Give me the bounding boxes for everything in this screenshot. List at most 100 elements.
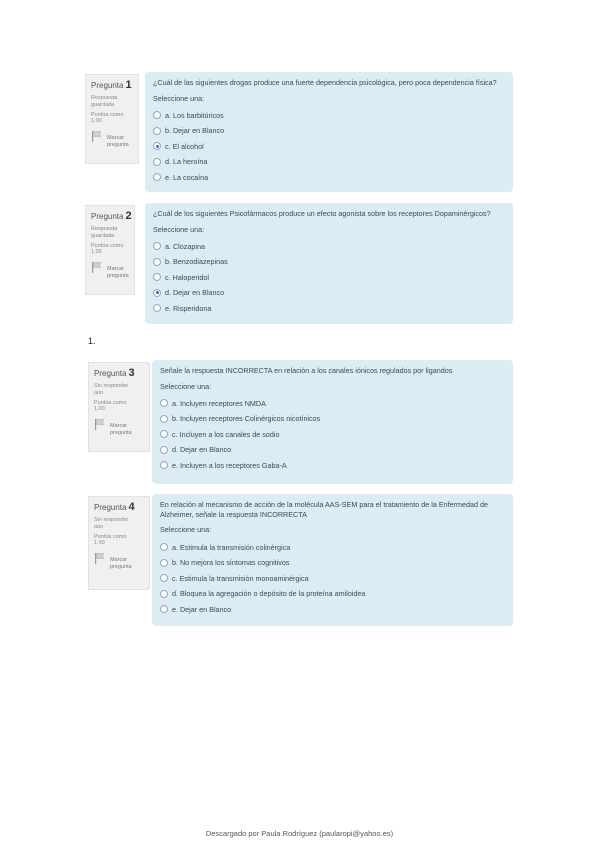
radio-button[interactable] [153, 288, 161, 297]
answer-option-label: e. La cocaína [165, 172, 209, 182]
answer-option[interactable]: a. Estimula la transmisión colinérgica [160, 539, 505, 555]
question-number: 4 [128, 501, 135, 513]
radio-button[interactable] [160, 589, 168, 598]
answer-option-label: a. Los barbitúricos [165, 110, 224, 120]
flag-question-button[interactable]: Marcar pregunta [94, 418, 144, 437]
score-label: Puntúa como [94, 533, 127, 540]
status-line-1: Sin responder [94, 382, 129, 389]
answer-option[interactable]: c. El alcohol [153, 139, 505, 155]
question-text: En relación al mecanismo de acción de la… [160, 500, 489, 519]
answer-option[interactable]: b. Dejar en Blanco [153, 123, 505, 139]
answer-option[interactable]: e. Risperidona [153, 301, 505, 317]
question-text: Señale la respuesta INCORRECTA en relaci… [160, 366, 453, 375]
flag-label-1: Marcar [110, 557, 128, 564]
answer-option[interactable]: a. Los barbitúricos [153, 108, 505, 124]
question-number: 1 [125, 79, 132, 91]
answer-option-label: a. Incluyen receptores NMDA [172, 398, 266, 408]
radio-button[interactable] [160, 430, 168, 439]
answer-option[interactable]: d. Dejar en Blanco [160, 442, 505, 458]
flag-icon [91, 130, 107, 145]
question-info-3: Pregunta 3 Sin responder aún Puntúa como 1,00… [88, 362, 150, 452]
flag-question-button[interactable]: Marcar pregunta [94, 552, 144, 571]
radio-button[interactable] [153, 157, 161, 166]
answer-option[interactable]: e. Dejar en Blanco [160, 601, 505, 617]
status-line-2: guardada [91, 232, 115, 239]
answer-option-label: b. No mejora los síntomas cognitivos [172, 558, 290, 568]
radio-button[interactable] [160, 574, 168, 583]
select-prompt: Seleccione una: [160, 381, 212, 391]
question-content-2: ¿Cuál de los siguientes Psicofármacos pr… [145, 203, 513, 324]
answer-option-label: d. Dejar en Blanco [165, 288, 225, 298]
status-line-2: aún [94, 523, 104, 530]
answer-option-label: d. Dejar en Blanco [172, 445, 232, 455]
answer-option-label: b. Incluyen receptores Colinérgicos nico… [172, 414, 321, 424]
answer-option-label: c. Incluyen a los canales de sodio [172, 429, 280, 439]
answer-option[interactable]: b. No mejora los síntomas cognitivos [160, 555, 505, 571]
radio-button[interactable] [160, 414, 168, 423]
answer-option[interactable]: c. Haloperidol [153, 270, 505, 286]
answer-option-label: c. Estimula la transmisión monoaminérgic… [172, 573, 309, 583]
flag-label-1: Marcar [107, 266, 125, 273]
answer-option-label: e. Risperidona [165, 303, 212, 313]
radio-button[interactable] [160, 543, 168, 552]
radio-button[interactable] [153, 273, 161, 282]
radio-button[interactable] [160, 605, 168, 614]
answer-option[interactable]: d. Bloquea la agregación o depósito de l… [160, 586, 505, 602]
radio-button[interactable] [160, 461, 168, 470]
answer-option[interactable]: a. Clozapina [153, 239, 505, 255]
question-content-1: ¿Cuál de las siguientes drogas produce u… [145, 72, 513, 192]
radio-button[interactable] [153, 257, 161, 266]
answer-option-label: a. Clozapina [165, 241, 205, 251]
answer-option[interactable]: c. Estimula la transmisión monoaminérgic… [160, 570, 505, 586]
radio-button[interactable] [153, 142, 161, 151]
answer-option-label: d. Bloquea la agregación o depósito de l… [172, 589, 366, 599]
answer-option[interactable]: d. Dejar en Blanco [153, 285, 505, 301]
radio-button[interactable] [160, 399, 168, 408]
select-prompt: Seleccione una: [160, 525, 212, 535]
radio-button[interactable] [153, 304, 161, 313]
score-value: 1,00 [94, 540, 105, 547]
flag-icon [91, 261, 107, 276]
status-line-1: Respuesta [91, 94, 118, 101]
question-label: Pregunta [94, 503, 127, 512]
flag-label-2: pregunta [107, 142, 129, 149]
answer-option[interactable]: d. La heroína [153, 154, 505, 170]
answer-option-label: c. Haloperidol [165, 272, 209, 282]
question-number-label: Pregunta 3 [94, 367, 144, 381]
answer-option[interactable]: b. Incluyen receptores Colinérgicos nico… [160, 411, 505, 427]
flag-label-2: pregunta [110, 564, 132, 571]
answer-option-label: e. Dejar en Blanco [172, 604, 232, 614]
question-text: ¿Cuál de las siguientes drogas produce u… [153, 78, 497, 87]
status-line-1: Sin responder [94, 516, 129, 523]
radio-button[interactable] [153, 242, 161, 251]
question-number: 3 [128, 367, 135, 379]
answer-option-label: a. Estimula la transmisión colinérgica [172, 542, 291, 552]
answer-option-label: b. Dejar en Blanco [165, 126, 225, 136]
answer-option[interactable]: e. Incluyen a los receptores Gaba-A [160, 458, 505, 474]
answer-option-label: b. Benzodiazepinas [165, 257, 228, 267]
flag-label-1: Marcar [110, 423, 128, 430]
question-info-2: Pregunta 2 Respuesta guardada Puntúa como 1,0… [85, 205, 135, 295]
status-line-1: Respuesta [91, 225, 118, 232]
question-info-1: Pregunta 1 Respuesta guardada Puntúa como 1,0… [85, 74, 139, 164]
answer-option-label: e. Incluyen a los receptores Gaba-A [172, 460, 287, 470]
radio-button[interactable] [160, 445, 168, 454]
radio-button[interactable] [153, 111, 161, 120]
answer-option[interactable]: c. Incluyen a los canales de sodio [160, 427, 505, 443]
answer-option[interactable]: a. Incluyen receptores NMDA [160, 396, 505, 412]
radio-button[interactable] [160, 558, 168, 567]
answer-option-label: c. El alcohol [165, 141, 204, 151]
flag-question-button[interactable]: Marcar pregunta [91, 130, 133, 149]
score-label: Puntúa como [91, 242, 124, 249]
answer-option[interactable]: e. La cocaína [153, 170, 505, 186]
answer-option[interactable]: b. Benzodiazepinas [153, 254, 505, 270]
score-value: 1,00 [91, 118, 102, 125]
flag-question-button[interactable]: Marcar pregunta [91, 261, 129, 280]
download-footer: Descargado por Paula Rodríguez (paularop… [205, 829, 394, 838]
answer-option-label: d. La heroína [165, 157, 208, 167]
question-number: 2 [125, 210, 132, 222]
radio-button[interactable] [153, 173, 161, 182]
score-value: 1,00 [94, 406, 105, 413]
question-label: Pregunta [94, 369, 127, 378]
radio-button[interactable] [153, 126, 161, 135]
